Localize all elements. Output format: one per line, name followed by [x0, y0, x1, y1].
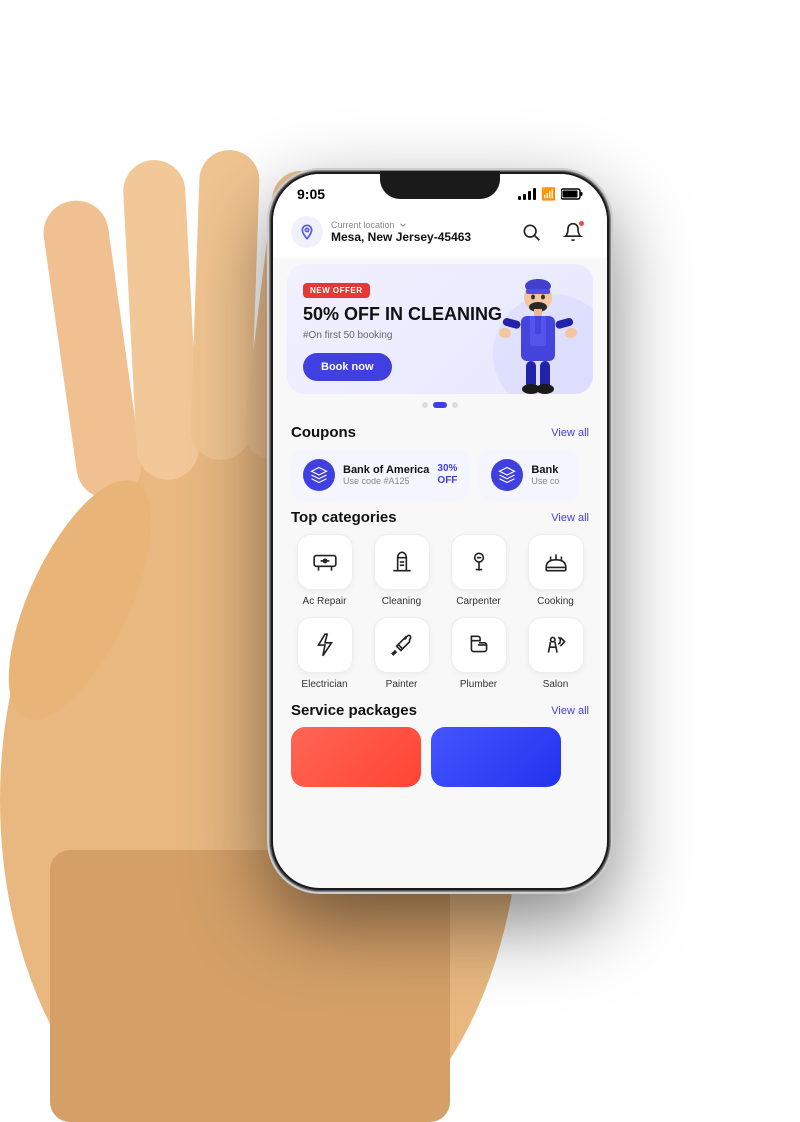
location-pin-icon: [299, 224, 315, 240]
category-plumber[interactable]: Plumber: [445, 617, 512, 690]
plumber-label: Plumber: [460, 679, 497, 690]
current-location-label: Current location: [331, 220, 395, 230]
service-package-card-2[interactable]: [431, 727, 561, 787]
category-ac-repair[interactable]: Ac Repair: [291, 534, 358, 607]
search-button[interactable]: [515, 216, 547, 248]
battery-icon: [561, 188, 583, 200]
ac-repair-icon-box: [297, 534, 353, 590]
coupon-card-1[interactable]: Bank of America Use code #A125 30% OFF: [291, 449, 469, 501]
dot-2-active: [433, 402, 447, 408]
coupons-title: Coupons: [291, 424, 356, 441]
book-now-button[interactable]: Book now: [303, 353, 392, 381]
electrician-icon: [312, 632, 338, 658]
promo-banner[interactable]: NEW OFFER 50% OFF IN CLEANING #On first …: [287, 264, 593, 394]
location-section[interactable]: Current location Mesa, New Jersey-45463: [291, 216, 471, 248]
carpenter-icon: [466, 549, 492, 575]
status-icons: 📶: [518, 187, 583, 201]
carpenter-icon-box: [451, 534, 507, 590]
coupon-code-2: Use co: [531, 476, 567, 486]
coupon-name-2: Bank: [531, 464, 567, 476]
app-header: Current location Mesa, New Jersey-45463: [273, 208, 607, 258]
painter-icon: [389, 632, 415, 658]
category-salon[interactable]: Salon: [522, 617, 589, 690]
new-offer-badge: NEW OFFER: [303, 283, 370, 298]
category-cooking[interactable]: Cooking: [522, 534, 589, 607]
painter-icon-box: [374, 617, 430, 673]
notification-badge: [578, 220, 585, 227]
service-packages-header: Service packages View all: [273, 690, 607, 727]
categories-grid: Ac Repair Cle: [273, 534, 607, 690]
location-name: Mesa, New Jersey-45463: [331, 230, 471, 244]
category-painter[interactable]: Painter: [368, 617, 435, 690]
cooking-label: Cooking: [537, 596, 574, 607]
dot-1: [422, 402, 428, 408]
salon-label: Salon: [543, 679, 569, 690]
cleaning-label: Cleaning: [382, 596, 421, 607]
ac-repair-label: Ac Repair: [303, 596, 347, 607]
category-cleaning[interactable]: Cleaning: [368, 534, 435, 607]
painter-label: Painter: [386, 679, 418, 690]
signal-icon: [518, 188, 536, 200]
notch: [380, 171, 500, 199]
plumber-icon: [466, 632, 492, 658]
service-packages-list[interactable]: [273, 727, 607, 787]
salon-icon-box: [528, 617, 584, 673]
ac-repair-icon: [312, 549, 338, 575]
cleaning-icon-box: [374, 534, 430, 590]
carpenter-label: Carpenter: [456, 596, 500, 607]
dot-3: [452, 402, 458, 408]
search-icon: [521, 222, 541, 242]
cooking-icon-box: [528, 534, 584, 590]
coupon-card-2[interactable]: Bank Use co: [479, 449, 579, 501]
coupons-view-all[interactable]: View all: [551, 427, 589, 439]
salon-icon: [543, 632, 569, 658]
chevron-down-icon: [398, 220, 408, 230]
coupon-name-1: Bank of America: [343, 464, 429, 476]
status-time: 9:05: [297, 186, 325, 202]
banner-character: [493, 279, 583, 394]
wifi-icon: 📶: [541, 187, 556, 201]
coupon-logo-2: [491, 459, 523, 491]
phone-frame: 9:05 📶: [270, 171, 610, 891]
cleaning-icon: [389, 549, 415, 575]
cooking-icon: [543, 549, 569, 575]
categories-section-header: Top categories View all: [273, 501, 607, 534]
banner-dots: [273, 402, 607, 408]
categories-title: Top categories: [291, 509, 397, 526]
electrician-label: Electrician: [301, 679, 347, 690]
coupon-discount-1: 30% OFF: [437, 463, 457, 487]
category-electrician[interactable]: Electrician: [291, 617, 358, 690]
service-packages-title: Service packages: [291, 702, 417, 719]
coupon-code-1: Use code #A125: [343, 476, 429, 486]
category-carpenter[interactable]: Carpenter: [445, 534, 512, 607]
coupons-list[interactable]: Bank of America Use code #A125 30% OFF: [273, 449, 607, 501]
coupon-logo-1: [303, 459, 335, 491]
notification-button[interactable]: [557, 216, 589, 248]
service-package-card-1[interactable]: [291, 727, 421, 787]
location-pin-bg: [291, 216, 323, 248]
categories-view-all[interactable]: View all: [551, 512, 589, 524]
coupons-section-header: Coupons View all: [273, 416, 607, 449]
service-packages-view-all[interactable]: View all: [551, 705, 589, 717]
plumber-icon-box: [451, 617, 507, 673]
electrician-icon-box: [297, 617, 353, 673]
scroll-content[interactable]: NEW OFFER 50% OFF IN CLEANING #On first …: [273, 258, 607, 888]
